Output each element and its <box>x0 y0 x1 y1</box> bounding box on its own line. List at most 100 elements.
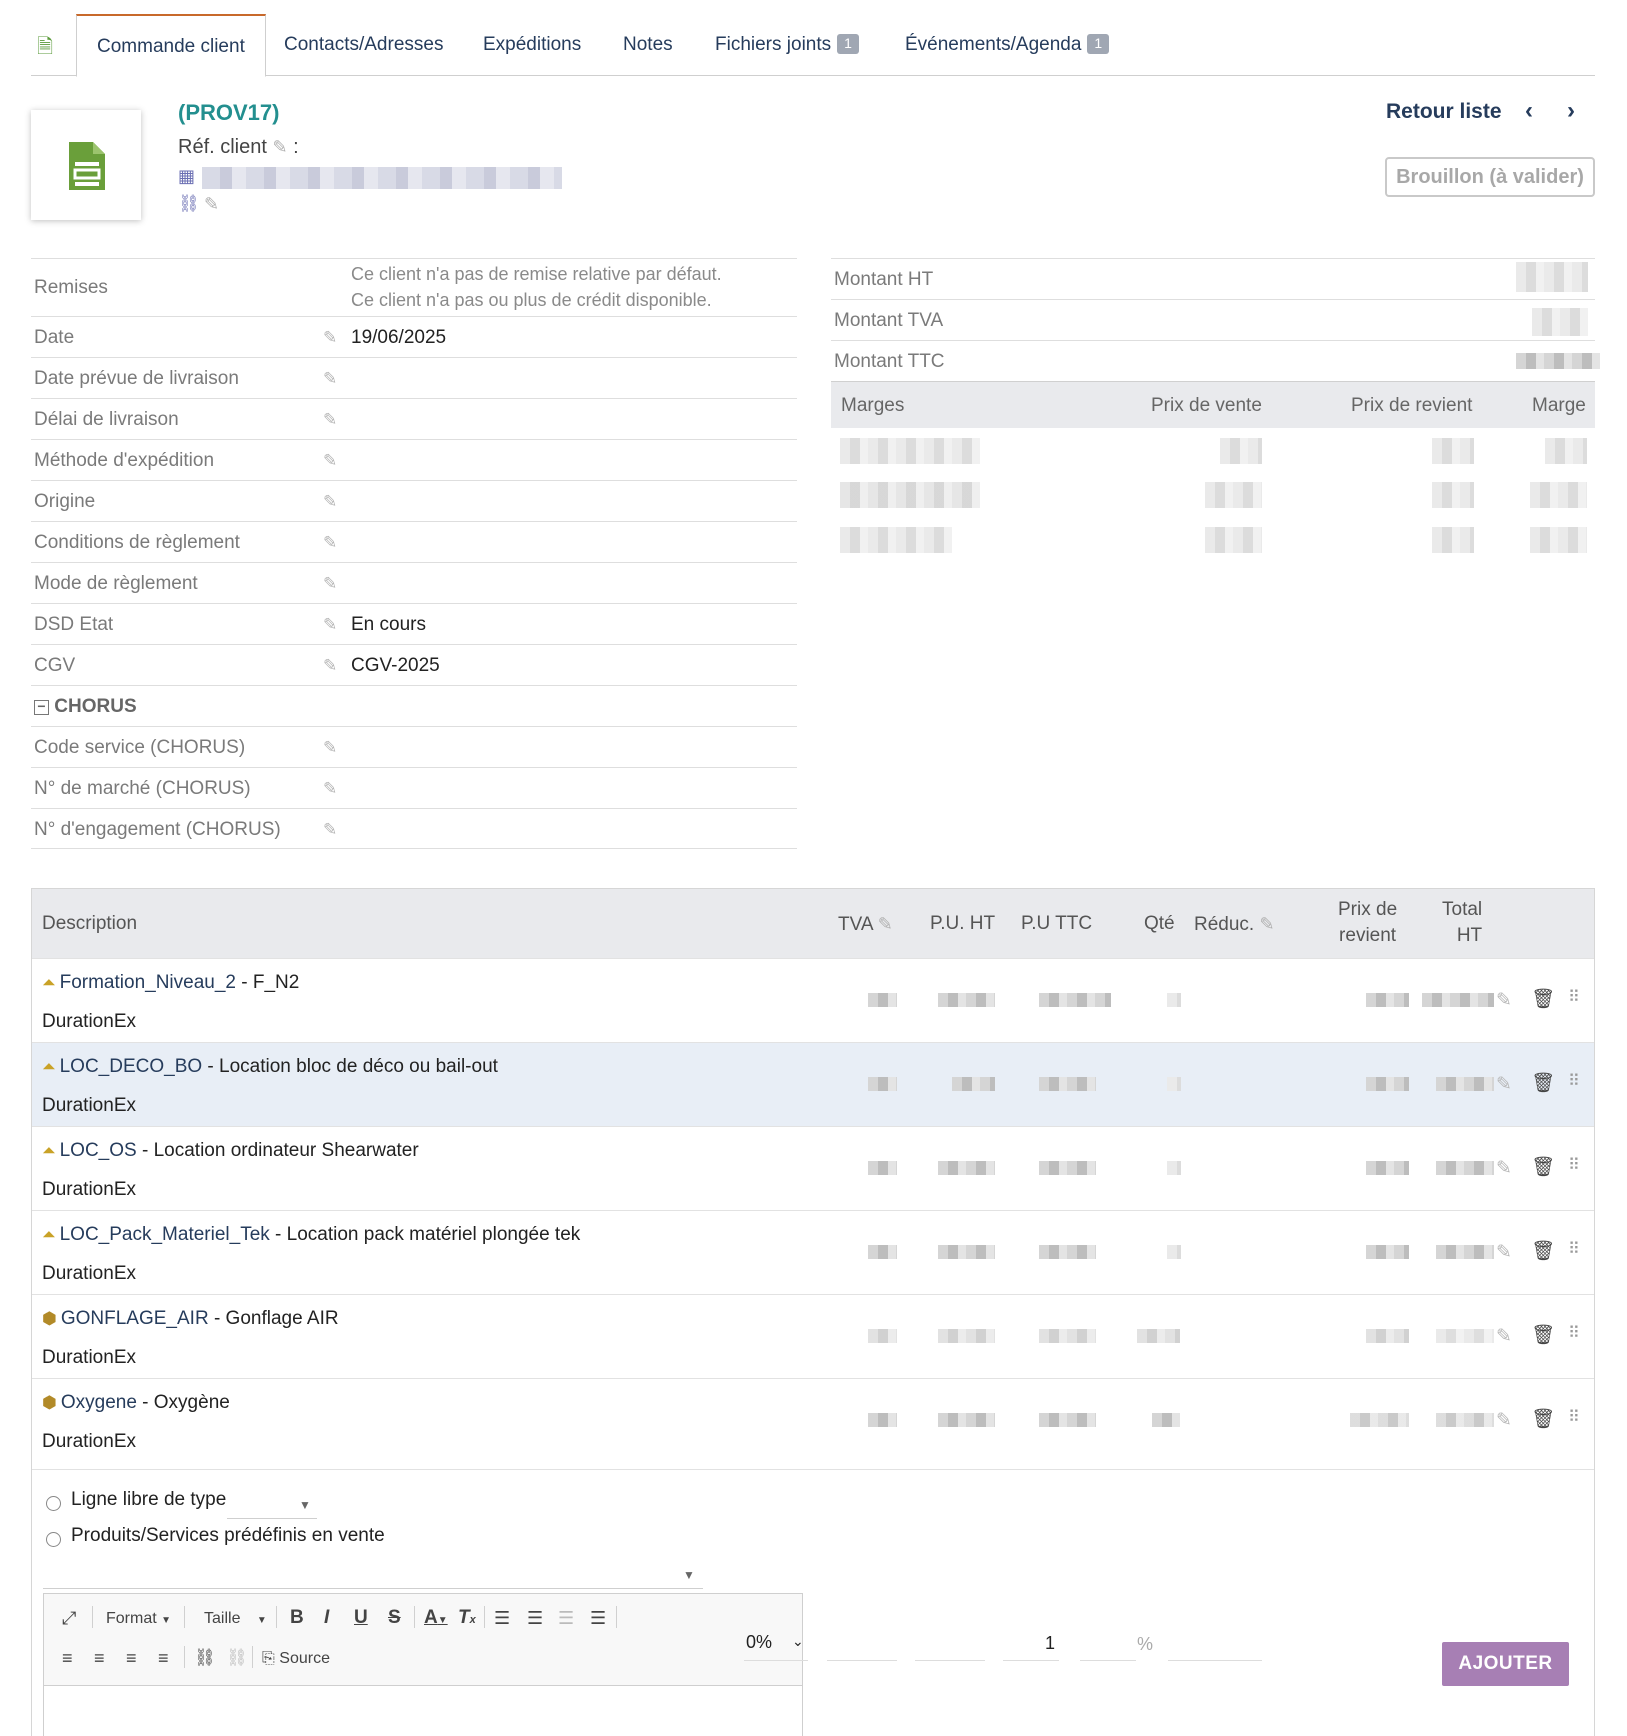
numbered-list-icon[interactable]: ☰ <box>494 1608 510 1629</box>
format-dropdown[interactable]: Format ▼ <box>106 1610 171 1628</box>
bold-icon[interactable]: B <box>290 1607 304 1629</box>
pu-ttc-input[interactable] <box>915 1623 985 1661</box>
edit-delai-livraison-icon[interactable]: ✎ <box>323 410 337 430</box>
buy-price-input[interactable] <box>1168 1623 1262 1661</box>
edit-date-icon[interactable]: ✎ <box>323 328 337 348</box>
italic-icon[interactable]: I <box>324 1607 329 1629</box>
edit-code-service-icon[interactable]: ✎ <box>323 738 337 758</box>
pu-ht-input[interactable] <box>827 1623 897 1661</box>
edit-methode-expedition-icon[interactable]: ✎ <box>323 451 337 471</box>
drag-handle-icon[interactable]: ⠿ <box>1568 1239 1580 1259</box>
product-search-select[interactable]: ▼ <box>43 1557 703 1589</box>
line-pu-ttc-redacted <box>1039 1077 1096 1091</box>
trash-icon[interactable]: 🗑 <box>1531 1323 1555 1347</box>
indent-icon[interactable]: ☰ <box>590 1608 606 1629</box>
line-prix-revient-redacted <box>1366 1329 1409 1343</box>
table-row[interactable]: ⬢ Oxygene - Oxygène DurationEx ✎ 🗑 ⠿ <box>32 1378 1594 1462</box>
edit-line-icon[interactable]: ✎ <box>1496 989 1512 1012</box>
line-product: ⬢ Oxygene - Oxygène <box>42 1392 230 1414</box>
tab-expeditions[interactable]: Expéditions <box>483 14 581 76</box>
edit-project-icon[interactable]: ✎ <box>204 194 219 215</box>
align-right-icon[interactable]: ≡ <box>126 1648 137 1669</box>
unlink-icon[interactable]: ⛓ <box>226 1648 248 1668</box>
line-product-code[interactable]: Oxygene <box>61 1392 137 1413</box>
table-row[interactable]: ⏶ LOC_Pack_Materiel_Tek - Location pack m… <box>32 1210 1594 1294</box>
trash-icon[interactable]: 🗑 <box>1531 1239 1555 1263</box>
drag-handle-icon[interactable]: ⠿ <box>1568 1323 1580 1343</box>
outdent-icon[interactable]: ☰ <box>558 1608 574 1629</box>
drag-handle-icon[interactable]: ⠿ <box>1568 1407 1580 1427</box>
line-product-code[interactable]: Formation_Niveau_2 <box>60 972 236 993</box>
line-product-code[interactable]: LOC_OS <box>60 1140 137 1161</box>
edit-tva-all-icon[interactable]: ✎ <box>878 914 893 934</box>
table-row[interactable]: ⏶ Formation_Niveau_2 - F_N2 DurationEx ✎ … <box>32 958 1594 1042</box>
drag-handle-icon[interactable]: ⠿ <box>1568 1155 1580 1175</box>
order-document-icon[interactable]: 🗎 <box>37 32 53 66</box>
remises-line-2: Ce client n'a pas ou plus de crédit disp… <box>351 290 712 310</box>
edit-line-icon[interactable]: ✎ <box>1496 1157 1512 1180</box>
line-product-code[interactable]: GONFLAGE_AIR <box>61 1308 209 1329</box>
line-product-code[interactable]: LOC_Pack_Materiel_Tek <box>60 1224 270 1245</box>
qty-input[interactable]: 1 <box>1003 1623 1059 1661</box>
maximize-icon[interactable]: ⤢ <box>62 1608 76 1629</box>
edit-engagement-icon[interactable]: ✎ <box>323 820 337 840</box>
link-icon[interactable]: ⛓ <box>194 1648 216 1668</box>
edit-line-icon[interactable]: ✎ <box>1496 1241 1512 1264</box>
table-row[interactable]: ⏶ LOC_OS - Location ordinateur Shearwater… <box>32 1126 1594 1210</box>
edit-line-icon[interactable]: ✎ <box>1496 1325 1512 1348</box>
edit-origine-icon[interactable]: ✎ <box>323 492 337 512</box>
tab-notes[interactable]: Notes <box>623 14 673 76</box>
predefined-radio[interactable] <box>46 1532 61 1547</box>
line-pu-ttc-redacted <box>1039 1329 1096 1343</box>
edit-reduc-all-icon[interactable]: ✎ <box>1259 914 1274 934</box>
back-to-list-link[interactable]: Retour liste <box>1386 100 1502 124</box>
edit-dsd-etat-icon[interactable]: ✎ <box>323 615 337 635</box>
underline-icon[interactable]: U <box>354 1607 368 1629</box>
tab-contacts-adresses[interactable]: Contacts/Adresses <box>284 14 443 76</box>
tva-select[interactable]: 0% ⌄ <box>744 1623 808 1661</box>
add-line-button[interactable]: AJOUTER <box>1442 1642 1569 1686</box>
reduc-input[interactable] <box>1080 1623 1136 1661</box>
edit-date-livraison-icon[interactable]: ✎ <box>323 369 337 389</box>
source-button[interactable]: ⎘ Source <box>262 1650 330 1668</box>
tab-commande-client[interactable]: Commande client <box>76 14 266 77</box>
line-extrafield: DurationEx <box>42 1095 136 1116</box>
remove-format-icon[interactable]: Tx <box>458 1607 476 1629</box>
previous-chevron-icon[interactable]: ‹ <box>1525 97 1533 125</box>
align-left-icon[interactable]: ≡ <box>62 1648 73 1669</box>
text-color-icon[interactable]: A▼ <box>424 1607 448 1629</box>
table-row[interactable]: ⏶ LOC_DECO_BO - Location bloc de déco ou … <box>32 1042 1594 1126</box>
drag-handle-icon[interactable]: ⠿ <box>1568 987 1580 1007</box>
line-extrafield: DurationEx <box>42 1011 136 1032</box>
description-editor[interactable]: ⤢ Format ▼ Taille ▼ B I U S A▼ Tx ☰ ☰ ☰ … <box>43 1593 803 1736</box>
edit-mode-reglement-icon[interactable]: ✎ <box>323 574 337 594</box>
trash-icon[interactable]: 🗑 <box>1531 1155 1555 1179</box>
trash-icon[interactable]: 🗑 <box>1531 1071 1555 1095</box>
align-center-icon[interactable]: ≡ <box>94 1648 105 1669</box>
free-line-type-select[interactable]: ▼ <box>227 1489 317 1519</box>
tab-evenements-agenda-label: Événements/Agenda <box>905 34 1082 55</box>
line-tva-redacted <box>868 1077 897 1091</box>
edit-conditions-reglement-icon[interactable]: ✎ <box>323 533 337 553</box>
bullet-list-icon[interactable]: ☰ <box>527 1608 543 1629</box>
size-dropdown[interactable]: Taille ▼ <box>204 1610 267 1628</box>
strikethrough-icon[interactable]: S <box>388 1607 401 1629</box>
chorus-section-toggle[interactable]: − CHORUS <box>31 685 797 726</box>
trash-icon[interactable]: 🗑 <box>1531 987 1555 1011</box>
next-chevron-icon[interactable]: › <box>1567 97 1575 125</box>
edit-line-icon[interactable]: ✎ <box>1496 1073 1512 1096</box>
edit-ref-client-icon[interactable]: ✎ <box>273 137 288 157</box>
align-justify-icon[interactable]: ≡ <box>158 1648 169 1669</box>
drag-handle-icon[interactable]: ⠿ <box>1568 1071 1580 1091</box>
table-row[interactable]: ⬢ GONFLAGE_AIR - Gonflage AIR DurationEx … <box>32 1294 1594 1378</box>
free-line-radio[interactable] <box>46 1496 61 1511</box>
tab-evenements-agenda[interactable]: Événements/Agenda 1 <box>905 14 1110 76</box>
edit-line-icon[interactable]: ✎ <box>1496 1409 1512 1432</box>
trash-icon[interactable]: 🗑 <box>1531 1407 1555 1431</box>
remises-label: Remises <box>34 277 108 298</box>
edit-cgv-icon[interactable]: ✎ <box>323 656 337 676</box>
collapse-icon[interactable]: − <box>34 699 49 715</box>
line-product-code[interactable]: LOC_DECO_BO <box>60 1056 203 1077</box>
edit-marche-icon[interactable]: ✎ <box>323 779 337 799</box>
tab-fichiers-joints[interactable]: Fichiers joints 1 <box>715 14 859 76</box>
